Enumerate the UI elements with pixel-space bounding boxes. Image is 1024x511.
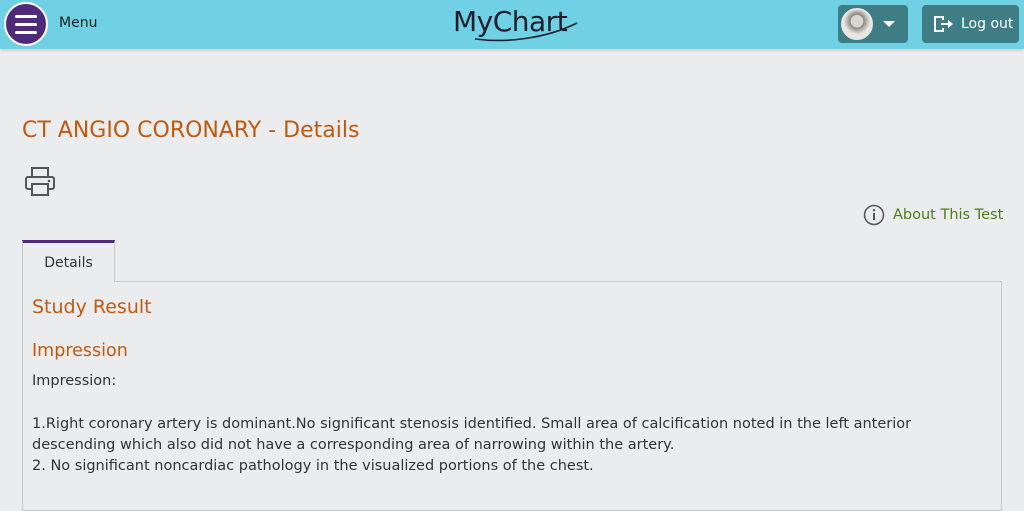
impression-text: 1.Right coronary artery is dominant.No s… xyxy=(32,414,992,477)
hamburger-icon xyxy=(15,22,37,26)
info-circle-icon xyxy=(863,204,885,226)
details-panel: Study Result Impression Impression: 1.Ri… xyxy=(22,281,1002,511)
menu-button[interactable] xyxy=(4,2,48,46)
logout-label: Log out xyxy=(961,16,1014,32)
hamburger-icon xyxy=(15,30,37,34)
mychart-logo[interactable]: MyChart xyxy=(445,3,585,45)
top-navigation-bar: Menu MyChart Log out xyxy=(0,0,1024,49)
logout-icon xyxy=(934,16,953,32)
page-title: CT ANGIO CORONARY - Details xyxy=(22,118,360,143)
about-this-test-link[interactable]: About This Test xyxy=(863,203,1003,227)
caret-down-icon xyxy=(883,21,895,27)
about-link-label: About This Test xyxy=(893,207,1004,223)
printer-icon xyxy=(25,167,55,196)
section-title: Study Result xyxy=(32,296,152,318)
menu-label[interactable]: Menu xyxy=(59,15,97,31)
print-button[interactable] xyxy=(23,166,57,198)
hamburger-icon xyxy=(15,14,37,18)
impression-line: 1.Right coronary artery is dominant.No s… xyxy=(32,416,912,453)
logout-button[interactable]: Log out xyxy=(922,5,1019,43)
avatar xyxy=(841,8,873,40)
tab-details[interactable]: Details xyxy=(22,240,115,282)
user-account-button[interactable] xyxy=(838,5,908,43)
impression-heading: Impression xyxy=(32,341,128,361)
impression-label: Impression: xyxy=(32,373,117,389)
logo-swoosh xyxy=(474,22,578,42)
impression-line: 2. No significant noncardiac pathology i… xyxy=(32,458,594,474)
